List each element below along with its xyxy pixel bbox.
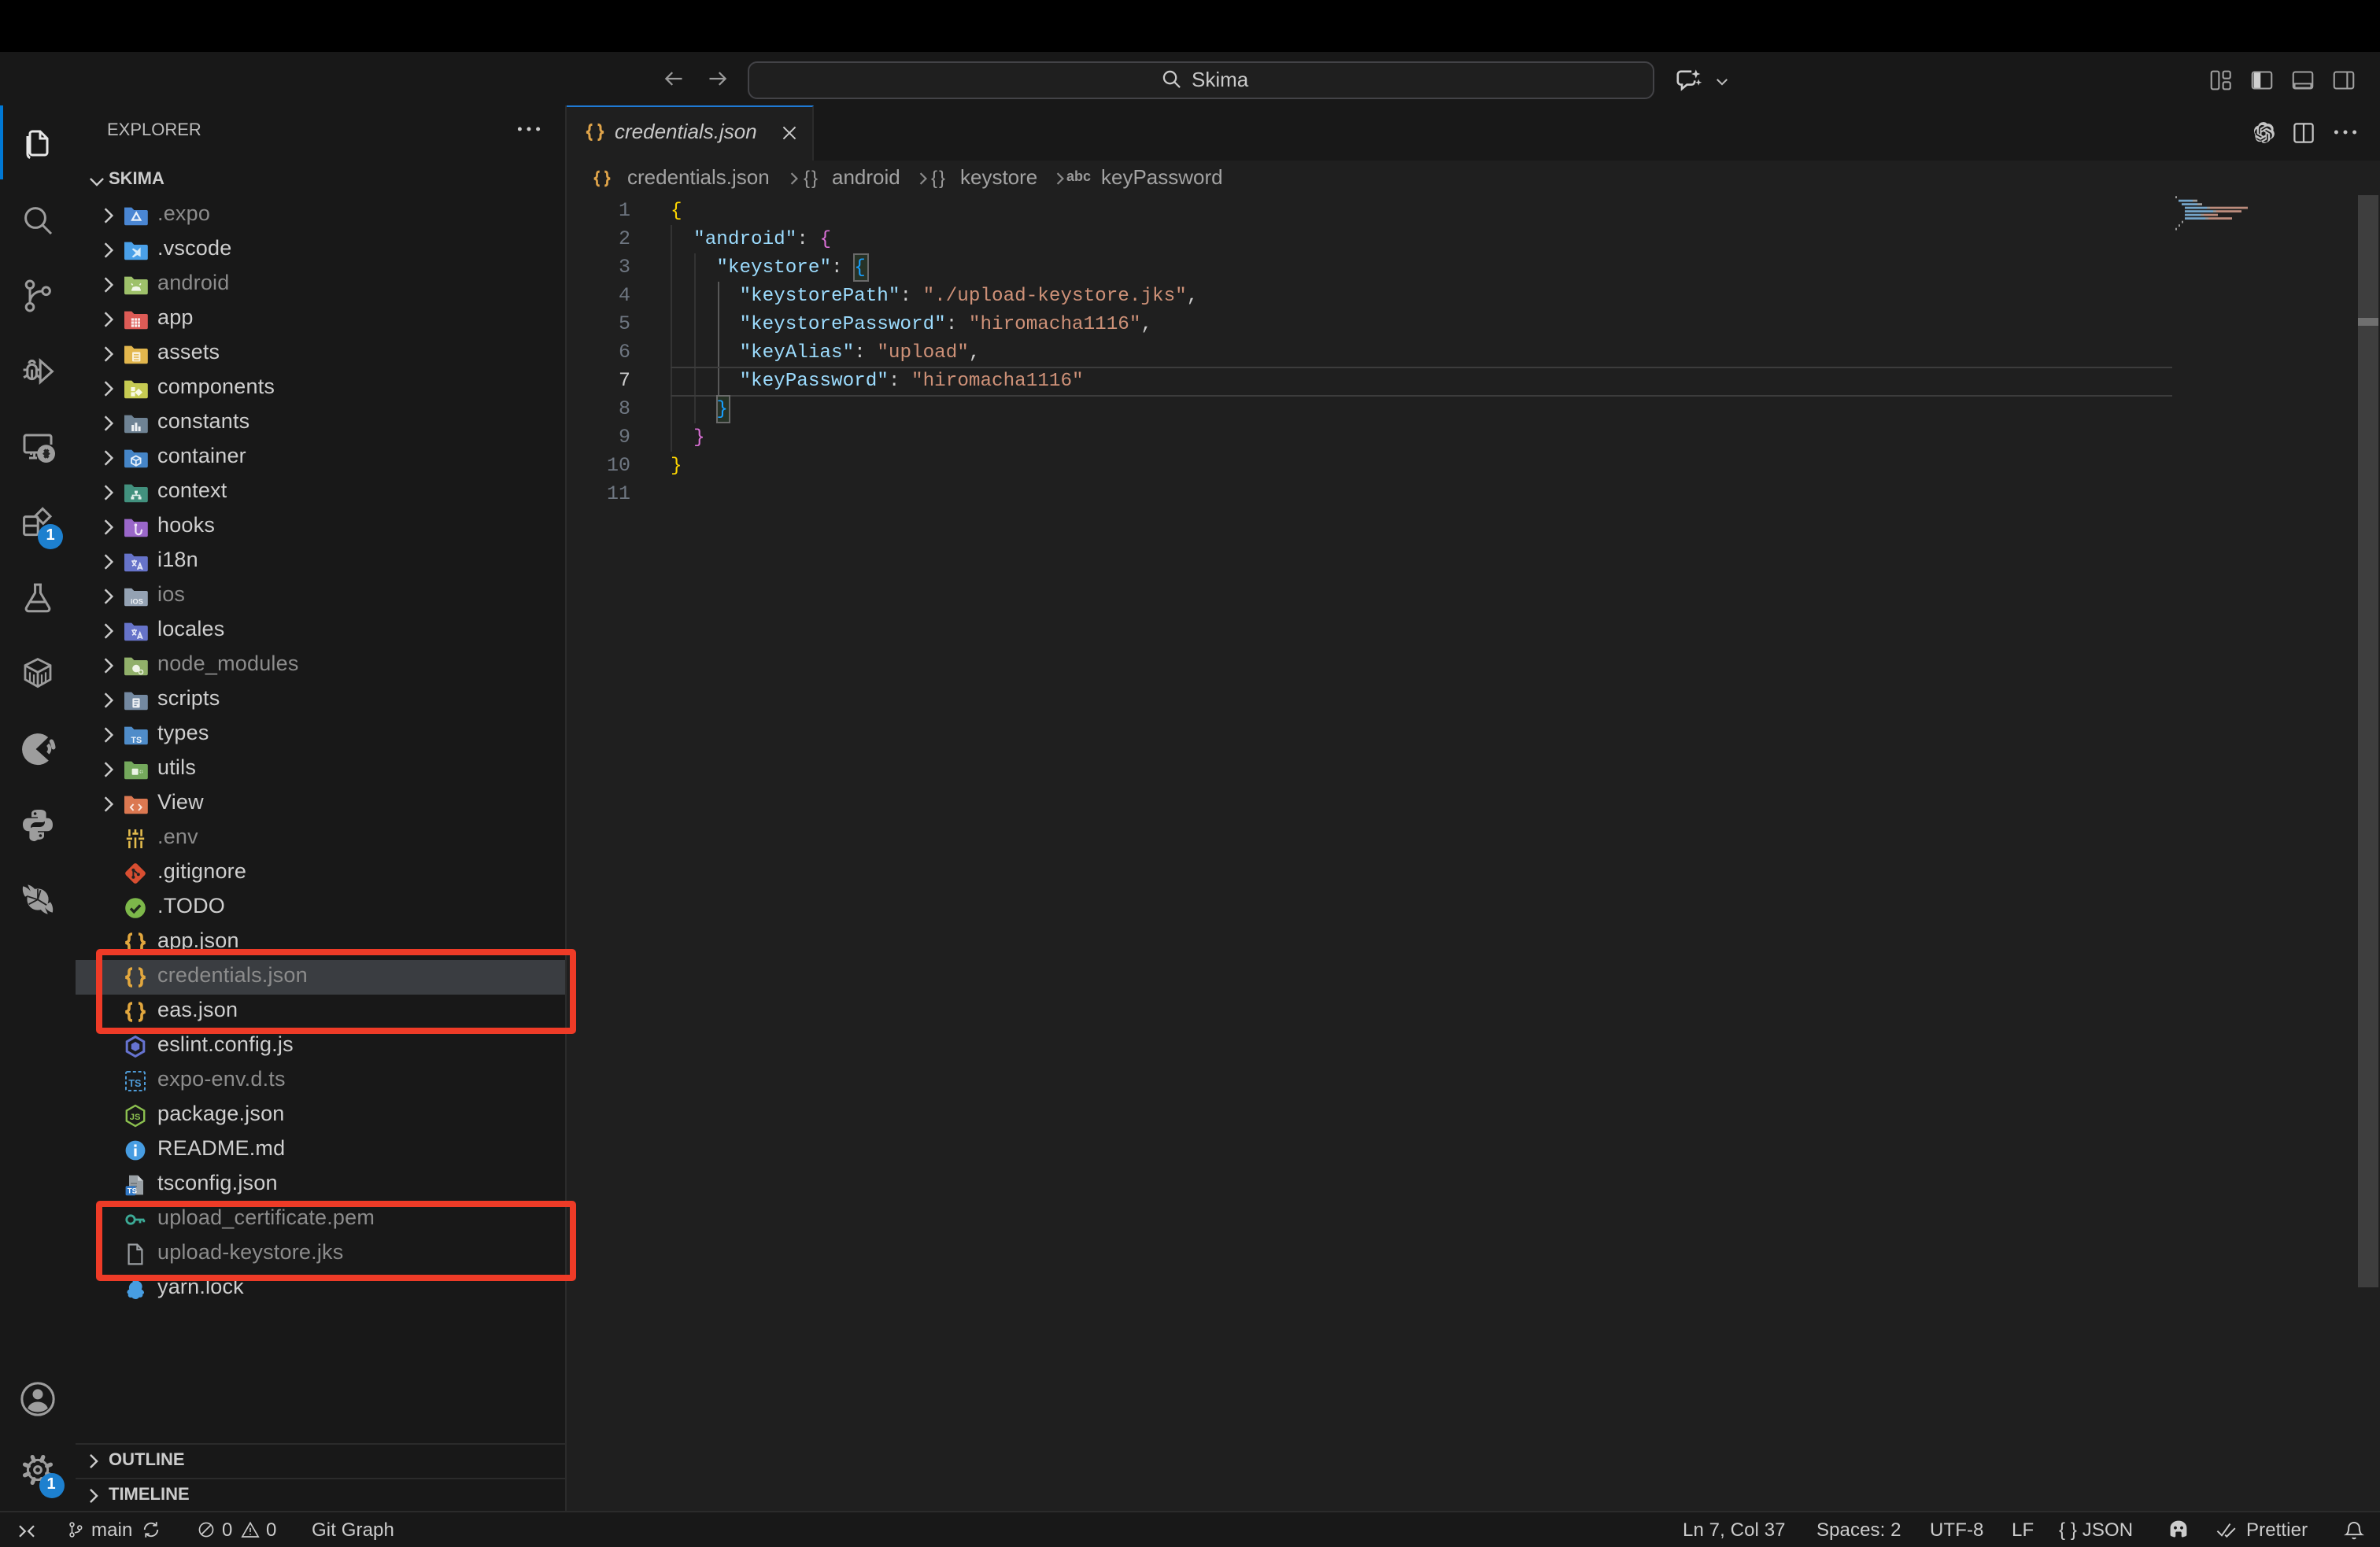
svg-text:TS: TS <box>128 1187 138 1195</box>
svg-text:JS: JS <box>130 1112 141 1121</box>
svg-text:iOS: iOS <box>131 596 143 604</box>
svg-text:TS: TS <box>131 735 142 744</box>
svg-text:TS: TS <box>128 1076 142 1088</box>
